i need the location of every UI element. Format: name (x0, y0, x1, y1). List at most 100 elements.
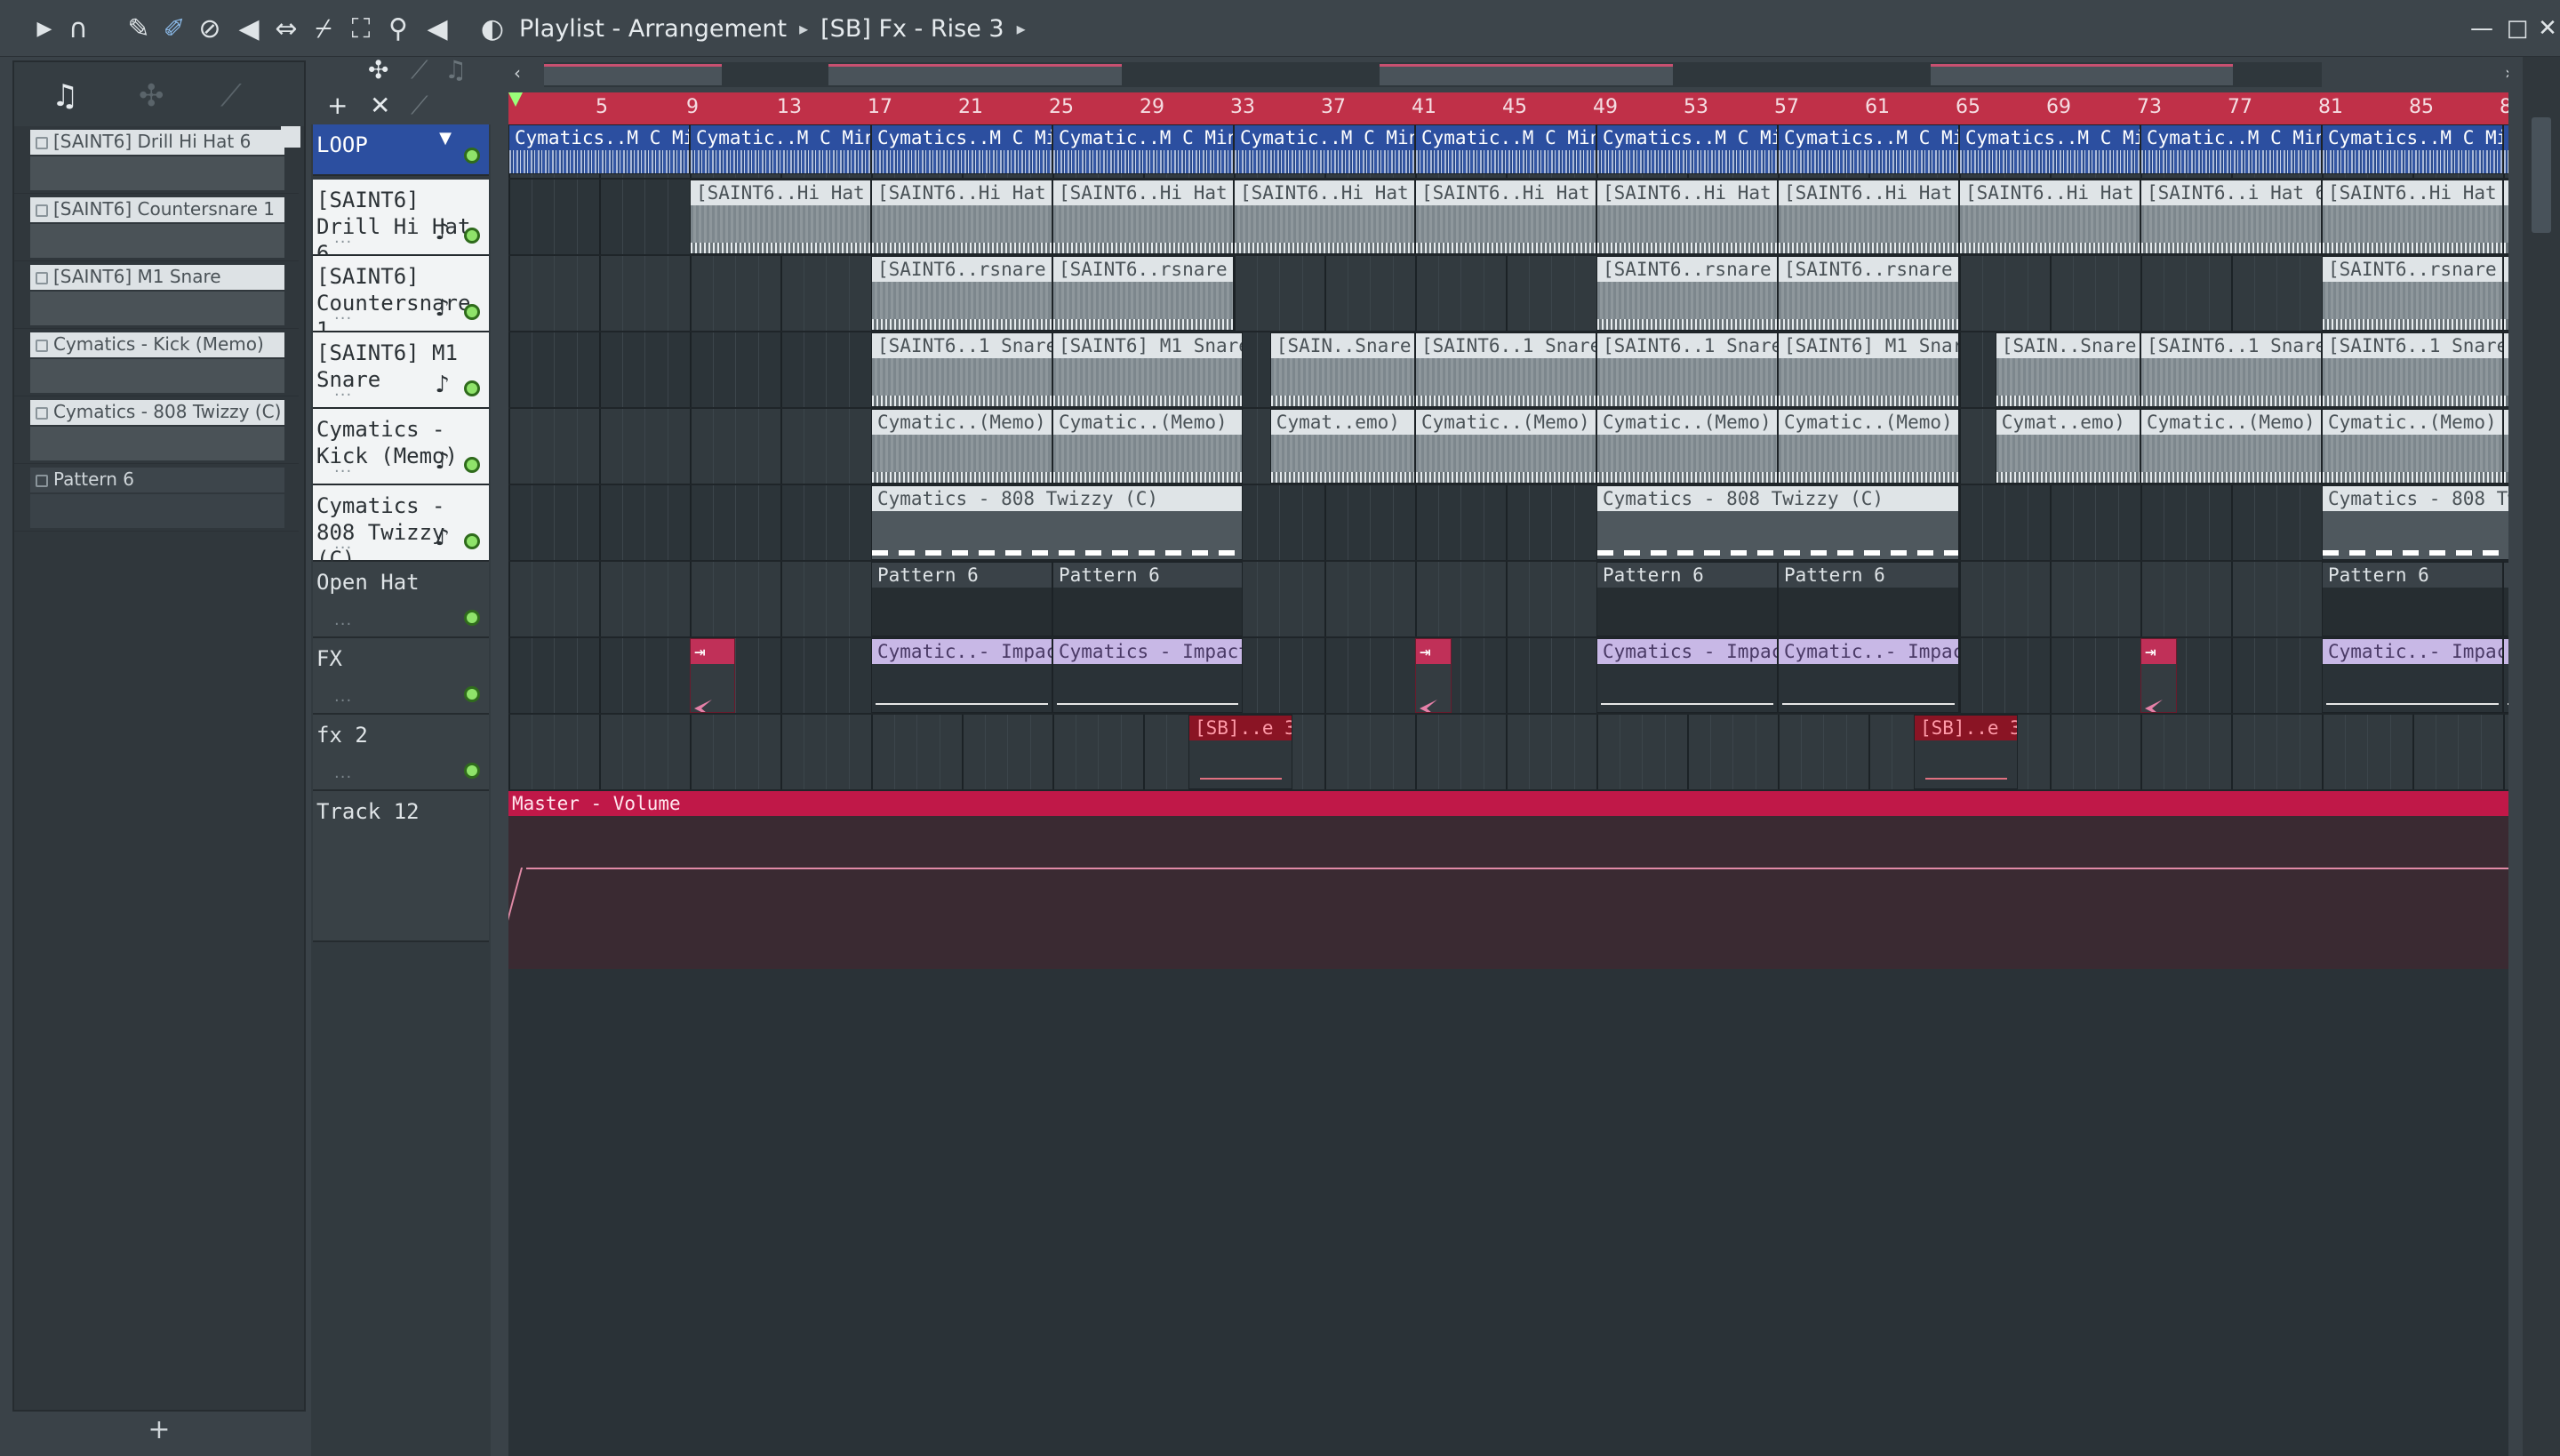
scroll-left-icon[interactable]: ‹ (514, 62, 521, 84)
loop-clip[interactable]: Cymatics..M C Min (508, 124, 690, 174)
track-mute-led[interactable] (464, 148, 480, 164)
kick-clip[interactable]: Cymatic..(Memo) (2140, 409, 2322, 484)
loop-clip[interactable]: Cymatic..M C Min (1415, 124, 1596, 174)
track-more-icon[interactable]: ... (334, 611, 352, 629)
track-header[interactable]: fx 2... (313, 715, 489, 791)
kick-clip[interactable]: Cymatic..(Memo) (1778, 409, 1959, 484)
snare-clip[interactable]: [SAINT6] M1 Snare (1052, 332, 1244, 407)
kick-clip[interactable]: Cymatic..(Memo) (2503, 409, 2508, 484)
kick-clip[interactable]: Cymatic..(Memo) (871, 409, 1052, 484)
impact-clip[interactable]: Cymatic..- Impact (1778, 638, 1959, 713)
countersnare-clip[interactable]: [SAINT6..rsnare 1 (1596, 256, 1778, 331)
playlist-lane[interactable] (508, 256, 2508, 332)
arrangement-overview[interactable]: ‹ › (508, 57, 2508, 92)
brush-icon[interactable]: ✐ (156, 11, 192, 46)
remove-track-icon[interactable]: ✕ (370, 91, 390, 120)
track-header[interactable]: FX... (313, 638, 489, 715)
loop-clip[interactable]: Cymatic..M C Min (2503, 124, 2508, 174)
track-more-icon[interactable]: ... (334, 764, 352, 782)
add-clip-button[interactable]: + (12, 1412, 306, 1447)
loop-clip[interactable]: Cymatics..M C Min (871, 124, 1052, 174)
countersnare-clip[interactable]: [SAINT6..rsnare 1 (1052, 256, 1234, 331)
bass-808-clip[interactable]: Cymatics - 808 Twizzy (C) (1596, 485, 1959, 560)
impact-clip[interactable]: Cymatics - Impact (2503, 638, 2508, 713)
hihat-clip[interactable]: [SAINT6..Hi Hat 6 (1052, 180, 1234, 254)
vertical-scroll-thumb[interactable] (2532, 117, 2551, 233)
hihat-clip[interactable]: [SAINT6..Hi Hat 6 (1596, 180, 1778, 254)
fx-riser-clip[interactable]: ⇥ (1415, 638, 1452, 713)
automation-icon[interactable]: ⟋ (220, 78, 242, 114)
hihat-clip[interactable]: [SAINT6..Hi Hat 6 (1959, 180, 2140, 254)
speaker-icon[interactable]: ◐ (475, 11, 510, 46)
track-mute-led[interactable] (464, 457, 480, 473)
loop-clip[interactable]: Cymatic..M C Min (1234, 124, 1415, 174)
loop-clip[interactable]: Cymatic..M C Min (2140, 124, 2322, 174)
timeline-ruler[interactable]: 5 9 13 17 21 25 29 33 37 41 45 49 53 57 61 65 69 73 77 81 85… (508, 92, 2508, 124)
play-arrow-icon[interactable]: ▶ (27, 11, 62, 46)
track-mute-led[interactable] (464, 610, 480, 626)
track-more-icon[interactable]: ... (334, 534, 352, 553)
track-mute-led[interactable] (464, 533, 480, 549)
loop-clip[interactable]: Cymatics..M C Min (1959, 124, 2140, 174)
track-mute-led[interactable] (464, 380, 480, 396)
add-track-icon[interactable]: + (327, 91, 348, 120)
select-icon[interactable]: ⛶ (343, 11, 379, 46)
hihat-clip[interactable]: [SAINT6..i Hat 6 (2140, 180, 2322, 254)
track-mute-led[interactable] (464, 304, 480, 320)
close-icon[interactable]: ✕ (2530, 11, 2560, 46)
hihat-clip[interactable]: [SAINT6..Hi Hat 6 (2322, 180, 2503, 254)
playlist-lane[interactable] (508, 638, 2508, 715)
track-header[interactable]: Track 12 (313, 791, 489, 942)
fx-riser-clip[interactable]: ⇥ (2140, 638, 2177, 713)
snare-clip[interactable]: [SAINT6..1 Snare (2140, 332, 2322, 407)
piano-icon[interactable]: ♫ (52, 78, 78, 114)
snare-clip[interactable]: [SAINT6] M1 Snare (1778, 332, 1959, 407)
countersnare-clip[interactable]: [SAINT6..rsnare 1 (2503, 256, 2508, 331)
track-header[interactable]: [SAINT6] Countersnare 1... ♪ (313, 256, 489, 342)
pattern-clip[interactable]: Pattern 6 (2322, 562, 2503, 636)
kick-clip[interactable]: Cymatic..(Memo) (1415, 409, 1596, 484)
loop-clip[interactable]: Cymatic..M C Min (1052, 124, 1234, 174)
track-mute-led[interactable] (464, 763, 480, 779)
loop-clip[interactable]: Cymatics..M C Min (1596, 124, 1778, 174)
picker-item[interactable]: [SAINT6] Drill Hi Hat 6 (14, 126, 299, 194)
bass-808-clip[interactable]: Cymatics - 808 Twizzy (C) (2322, 485, 2508, 560)
kick-clip[interactable]: Cymat..emo) (1269, 409, 1415, 484)
kick-clip[interactable]: Cymatic..(Memo) (1596, 409, 1778, 484)
countersnare-clip[interactable]: [SAINT6..rsnare 1 (2322, 256, 2503, 331)
dock-icon[interactable]: ✣ (368, 55, 388, 84)
pattern-clip[interactable]: Pattern 6 (871, 562, 1052, 636)
track-header[interactable]: LOOP ▼ (313, 124, 489, 176)
magnet-snap-icon[interactable]: ∩ (60, 11, 96, 46)
playback-icon[interactable]: ◀ (420, 11, 455, 46)
track-header[interactable]: Open Hat... (313, 562, 489, 638)
vertical-scrollbar[interactable] (2523, 57, 2560, 1456)
track-more-icon[interactable]: ... (334, 381, 352, 400)
track-header[interactable]: [SAINT6] M1 Snare... ♪ (313, 332, 489, 409)
unlink-icon[interactable]: ⟋ (411, 91, 428, 121)
automation-clip[interactable]: Master - Volume (508, 791, 2508, 969)
playlist-lane[interactable] (508, 715, 2508, 791)
pattern-clip[interactable]: Pattern 6 (1778, 562, 1959, 636)
pattern-clip[interactable]: Pattern 6 (1052, 562, 1244, 636)
hihat-clip[interactable]: [SAINT6..Hi Hat 6 (2503, 180, 2508, 254)
picker-item[interactable]: Cymatics - Kick (Memo) (14, 329, 299, 396)
hihat-clip[interactable]: [SAINT6..Hi Hat 6 (871, 180, 1052, 254)
snare-clip[interactable]: [SAIN..Snare (1269, 332, 1415, 407)
snare-clip[interactable]: [SAINT6..1 Snare (1415, 332, 1596, 407)
picker-item[interactable]: [SAINT6] Countersnare 1 (14, 194, 299, 261)
snare-clip[interactable]: [SAIN..Snare (1995, 332, 2140, 407)
scroll-right-icon[interactable]: › (2505, 62, 2508, 84)
countersnare-clip[interactable]: [SAINT6..rsnare 1 (871, 256, 1052, 331)
kick-clip[interactable]: Cymatic..(Memo) (2322, 409, 2503, 484)
loop-clip[interactable]: Cymatics..M C Min (1778, 124, 1959, 174)
impact-clip[interactable]: Cymatic..- Impact (871, 638, 1052, 713)
bass-808-clip[interactable]: Cymatics - 808 Twizzy (C) (871, 485, 1244, 560)
link-icon[interactable]: ⟋ (411, 55, 428, 85)
track-more-icon[interactable]: ... (334, 687, 352, 706)
snare-clip[interactable]: [SAINT6..1 Snare (1596, 332, 1778, 407)
minimize-icon[interactable]: — (2464, 11, 2500, 46)
loop-clip[interactable]: Cymatics..M C Min (2322, 124, 2503, 174)
impact-clip[interactable]: Cymatic..- Impact (2322, 638, 2503, 713)
playlist-lane[interactable] (508, 485, 2508, 562)
